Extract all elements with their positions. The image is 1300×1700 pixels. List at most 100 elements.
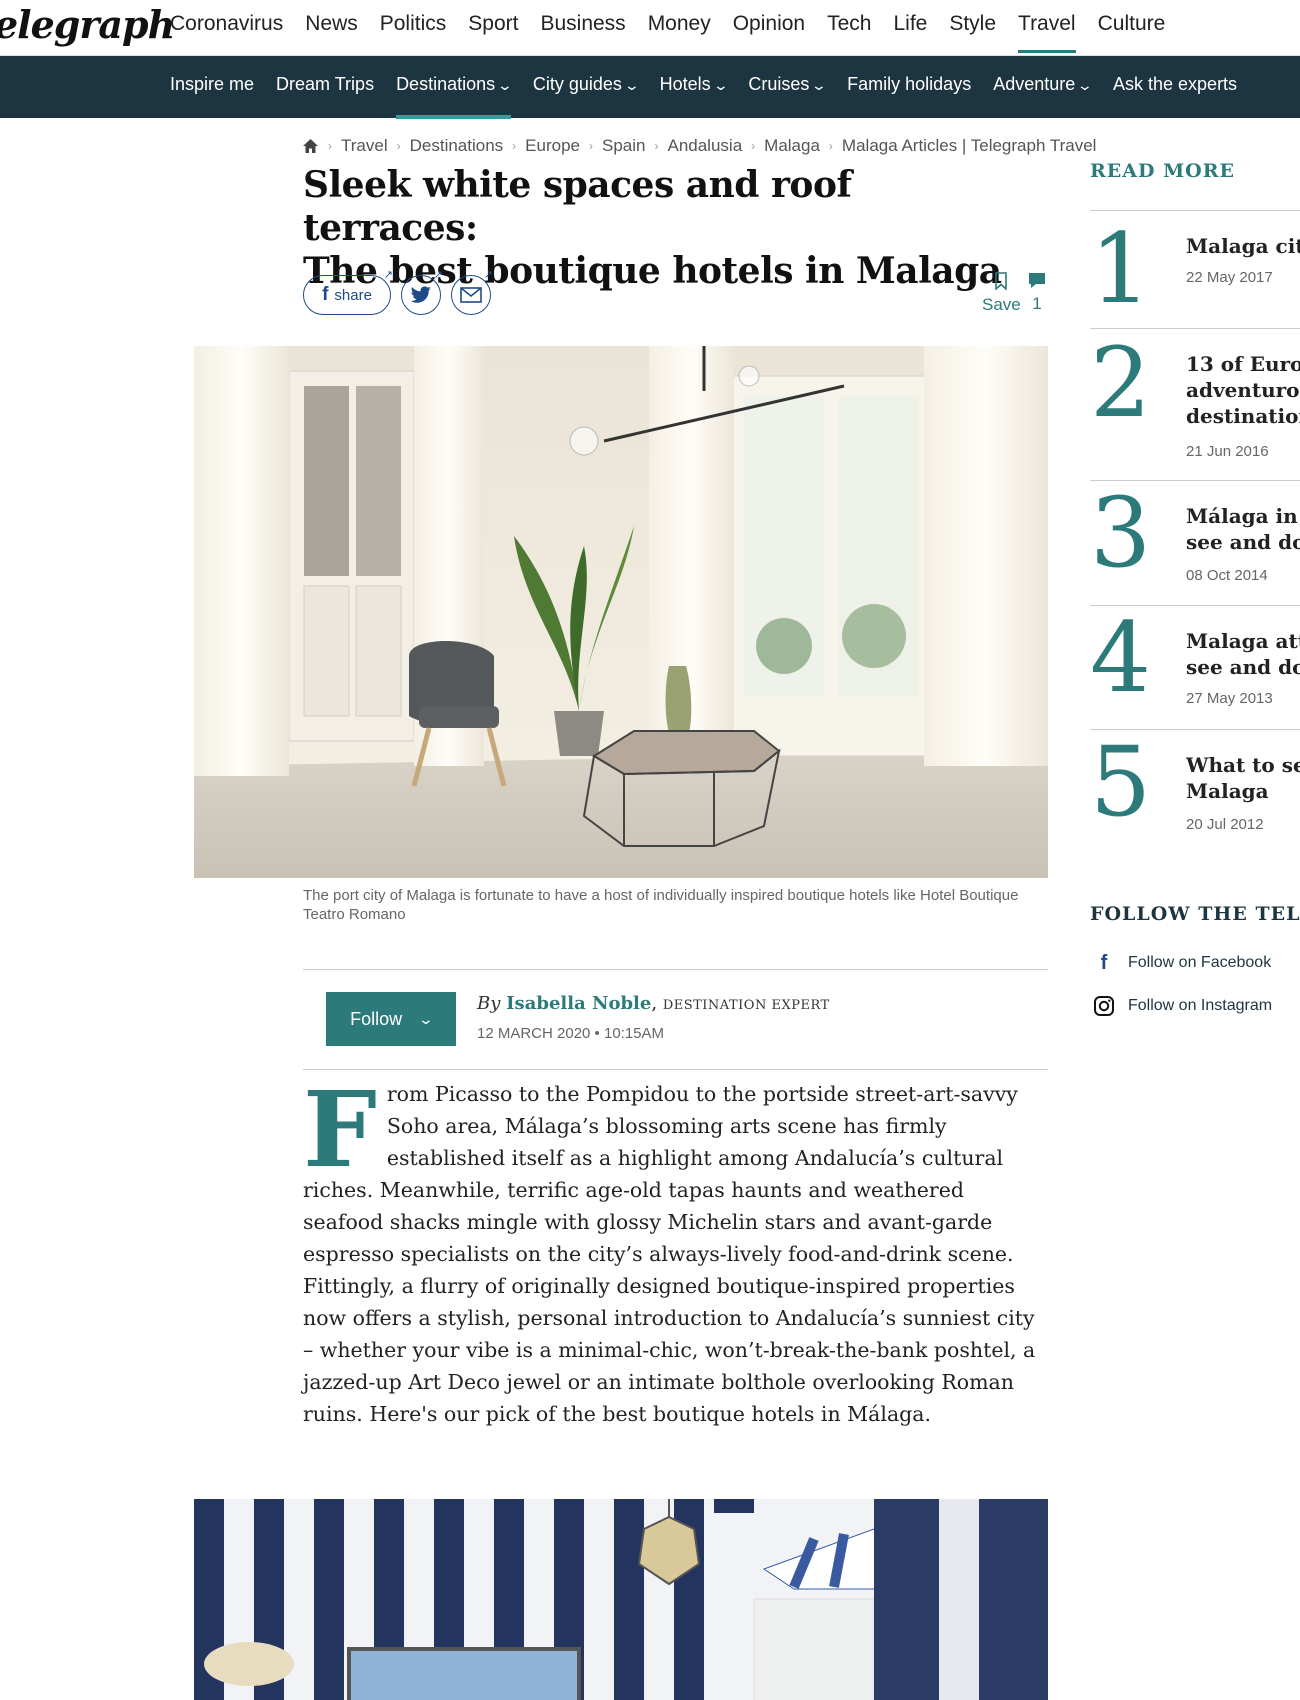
breadcrumb-spain[interactable]: Spain bbox=[602, 136, 645, 156]
external-link-icon: ↗ bbox=[383, 269, 393, 281]
facebook-icon: f bbox=[322, 284, 329, 305]
follow-author-button[interactable]: Follow ⌄ bbox=[326, 992, 456, 1046]
read-more-number: 5 bbox=[1090, 726, 1152, 838]
nav-news[interactable]: News bbox=[305, 12, 358, 53]
byline: By Isabella Noble, DESTINATION EXPERT bbox=[477, 993, 830, 1014]
publish-date: 12 MARCH 2020 • 10:15AM bbox=[477, 1025, 665, 1042]
nav-money[interactable]: Money bbox=[648, 12, 711, 53]
nav-business[interactable]: Business bbox=[540, 12, 625, 53]
breadcrumb: › Travel › Destinations › Europe › Spain… bbox=[302, 136, 1096, 156]
read-more-line: adventurou bbox=[1186, 378, 1300, 402]
read-more-line: What to see bbox=[1186, 753, 1300, 777]
read-more-item[interactable]: 2 13 of Europ adventurou destination 21 … bbox=[1090, 328, 1300, 480]
read-more-date: 08 Oct 2014 bbox=[1186, 567, 1268, 584]
twitter-share-button[interactable]: ↗ bbox=[401, 269, 443, 315]
nav-politics[interactable]: Politics bbox=[380, 12, 447, 53]
save-button[interactable]: Save bbox=[982, 272, 1021, 315]
chevron-down-icon: ⌄ bbox=[417, 1010, 435, 1027]
subnav-inspire-me[interactable]: Inspire me bbox=[170, 74, 254, 119]
breadcrumb-malaga-articles[interactable]: Malaga Articles | Telegraph Travel bbox=[842, 136, 1097, 156]
breadcrumb-separator: › bbox=[328, 139, 332, 153]
nav-culture[interactable]: Culture bbox=[1098, 12, 1166, 53]
breadcrumb-separator: › bbox=[654, 139, 659, 153]
read-more-number: 4 bbox=[1090, 602, 1152, 714]
external-link-icon: ↗ bbox=[483, 269, 493, 281]
comments-button[interactable]: 1 bbox=[1028, 272, 1046, 314]
hotel-room-image bbox=[194, 1499, 1048, 1700]
breadcrumb-malaga[interactable]: Malaga bbox=[764, 136, 820, 156]
bookmark-icon bbox=[995, 272, 1008, 291]
facebook-share-button[interactable]: f share ↗ bbox=[303, 269, 393, 315]
subnav-label: Hotels bbox=[659, 74, 711, 94]
breadcrumb-separator: › bbox=[751, 139, 756, 153]
subnav-label: Dream Trips bbox=[276, 74, 375, 94]
read-more-line: see and do bbox=[1186, 530, 1300, 554]
hero-caption: The port city of Malaga is fortunate to … bbox=[303, 887, 1019, 923]
home-icon[interactable] bbox=[302, 138, 319, 154]
nav-tech[interactable]: Tech bbox=[827, 12, 871, 53]
read-more-title-text: Malaga attr see and do bbox=[1186, 628, 1300, 680]
chevron-down-icon: ⌄ bbox=[712, 77, 729, 93]
subnav-label: Destinations bbox=[396, 74, 496, 94]
breadcrumb-separator: › bbox=[589, 139, 593, 153]
nav-sport[interactable]: Sport bbox=[468, 12, 518, 53]
read-more-item[interactable]: 1 Malaga city 22 May 2017 bbox=[1090, 210, 1300, 328]
read-more-title-text: Málaga in a see and do bbox=[1186, 503, 1300, 555]
subnav-label: Ask the experts bbox=[1113, 74, 1238, 94]
nav-coronavirus[interactable]: Coronavirus bbox=[170, 12, 283, 53]
read-more-title-text: Malaga city bbox=[1186, 233, 1300, 259]
subnav-dream-trips[interactable]: Dream Trips bbox=[276, 74, 374, 119]
breadcrumb-andalusia[interactable]: Andalusia bbox=[667, 136, 742, 156]
subnav-label: Family holidays bbox=[847, 74, 972, 94]
read-more-title-text: What to see Malaga bbox=[1186, 752, 1300, 804]
follow-label: Follow bbox=[350, 1008, 403, 1029]
read-more-date: 20 Jul 2012 bbox=[1186, 816, 1264, 833]
subnav-adventure[interactable]: Adventure ⌄ bbox=[993, 74, 1093, 119]
read-more-line: Malaga city bbox=[1186, 234, 1300, 258]
breadcrumb-destinations[interactable]: Destinations bbox=[410, 136, 504, 156]
nav-travel[interactable]: Travel bbox=[1018, 12, 1076, 53]
headline-line-1: Sleek white spaces and roof terraces: bbox=[303, 164, 852, 249]
nav-life[interactable]: Life bbox=[893, 12, 927, 53]
read-more-date: 21 Jun 2016 bbox=[1186, 443, 1269, 460]
read-more-title: READ MORE bbox=[1090, 160, 1235, 182]
subnav-destinations[interactable]: Destinations ⌄ bbox=[396, 74, 514, 119]
follow-instagram-link[interactable]: Follow on Instagram bbox=[1092, 994, 1272, 1018]
drop-cap: F bbox=[303, 1068, 377, 1191]
twitter-icon bbox=[410, 286, 431, 303]
subnav-cruises[interactable]: Cruises ⌄ bbox=[748, 74, 827, 119]
read-more-number: 3 bbox=[1090, 477, 1152, 589]
nav-opinion[interactable]: Opinion bbox=[733, 12, 805, 53]
divider bbox=[303, 1069, 1048, 1070]
author-role: DESTINATION EXPERT bbox=[662, 998, 830, 1013]
nav-style[interactable]: Style bbox=[949, 12, 996, 53]
email-share-button[interactable]: ↗ bbox=[451, 269, 493, 315]
read-more-date: 22 May 2017 bbox=[1186, 269, 1273, 286]
follow-facebook-label: Follow on Facebook bbox=[1128, 954, 1272, 971]
chevron-down-icon: ⌄ bbox=[496, 77, 514, 93]
follow-facebook-link[interactable]: f Follow on Facebook bbox=[1092, 951, 1272, 975]
share-label: share bbox=[334, 286, 372, 304]
subnav-hotels[interactable]: Hotels ⌄ bbox=[659, 74, 729, 119]
read-more-item[interactable]: 5 What to see Malaga 20 Jul 2012 bbox=[1090, 729, 1300, 853]
subnav-family-holidays[interactable]: Family holidays bbox=[847, 74, 971, 119]
article-body: F rom Picasso to the Pompidou to the por… bbox=[303, 1078, 1048, 1430]
read-more-number: 2 bbox=[1090, 327, 1152, 439]
subnav-ask-the-experts[interactable]: Ask the experts bbox=[1113, 74, 1237, 119]
author-name[interactable]: Isabella Noble bbox=[506, 993, 651, 1014]
breadcrumb-travel[interactable]: Travel bbox=[341, 136, 388, 156]
read-more-title-text: 13 of Europ adventurou destination bbox=[1186, 351, 1300, 429]
read-more-line: 13 of Europ bbox=[1186, 352, 1300, 376]
telegraph-logo[interactable]: elegraph bbox=[0, 2, 175, 47]
subnav-city-guides[interactable]: City guides ⌄ bbox=[533, 74, 640, 119]
subnav-label: Inspire me bbox=[170, 74, 255, 94]
breadcrumb-europe[interactable]: Europe bbox=[525, 136, 580, 156]
sidebar: READ MORE 1 Malaga city 22 May 2017 2 13… bbox=[1090, 160, 1300, 833]
body-paragraph: rom Picasso to the Pompidou to the ports… bbox=[303, 1082, 1036, 1426]
save-label: Save bbox=[982, 295, 1021, 314]
comment-count: 1 bbox=[1032, 294, 1042, 313]
article-headline: Sleek white spaces and roof terraces: Th… bbox=[303, 164, 1023, 293]
facebook-icon: f bbox=[1100, 951, 1108, 974]
read-more-item[interactable]: 4 Malaga attr see and do 27 May 2013 bbox=[1090, 605, 1300, 729]
read-more-item[interactable]: 3 Málaga in a see and do 08 Oct 2014 bbox=[1090, 480, 1300, 605]
